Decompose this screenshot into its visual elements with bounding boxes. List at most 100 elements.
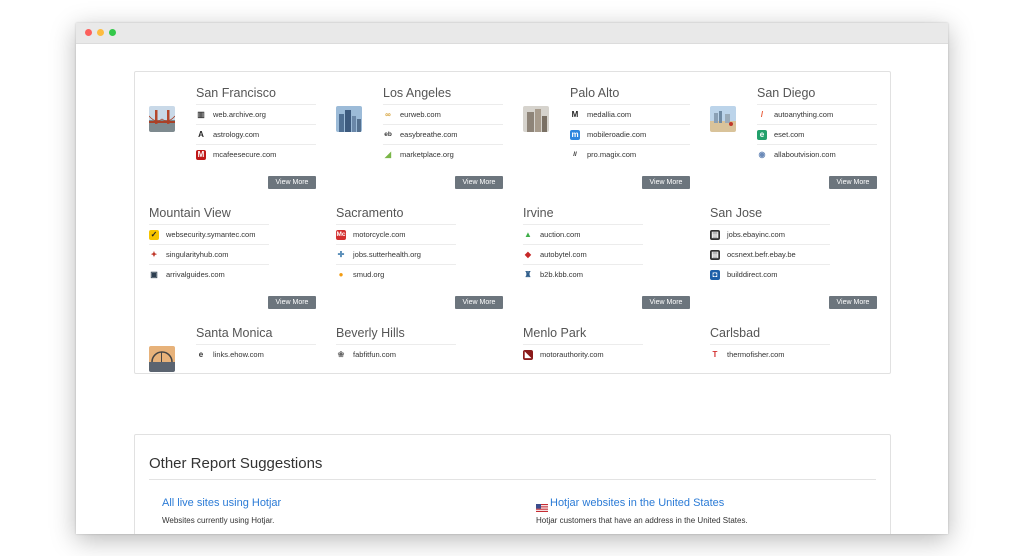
view-more-button[interactable]: View More — [455, 296, 503, 309]
easybreathe-icon: eb — [384, 130, 392, 138]
site-list: ▤ jobs.ebayinc.com ▤ ocsnext.befr.ebay.be ◘ b… — [710, 224, 830, 284]
city-name: Palo Alto — [570, 86, 620, 100]
site-link[interactable]: e links.ehow.com — [196, 344, 316, 364]
site-label: jobs.ebayinc.com — [727, 230, 785, 239]
view-more-button[interactable]: View More — [642, 296, 690, 309]
view-more-button[interactable]: View More — [455, 176, 503, 189]
ehow-icon: e — [198, 349, 204, 359]
site-label: eset.com — [774, 130, 805, 139]
arrivalguides-icon: ▣ — [150, 269, 158, 279]
site-link[interactable]: / autoanything.com — [757, 104, 877, 124]
site-list: ✓ websecurity.symantec.com ✦ singularityhub… — [149, 224, 269, 284]
suggestion-link-us-websites[interactable]: Hotjar websites in the United States — [550, 497, 724, 509]
magix-icon: // — [573, 150, 577, 158]
site-link[interactable]: ✦ singularityhub.com — [149, 244, 269, 264]
site-label: fabfitfun.com — [353, 350, 396, 359]
site-link[interactable]: ∞ eurweb.com — [383, 104, 503, 124]
site-link[interactable]: m mobileroadie.com — [570, 124, 690, 144]
site-link[interactable]: // pro.magix.com — [570, 144, 690, 164]
close-window-icon[interactable] — [85, 29, 92, 36]
allaboutvision-icon: ◉ — [758, 149, 766, 159]
site-link[interactable]: ♜ b2b.kbb.com — [523, 264, 643, 284]
site-label: arrivalguides.com — [166, 270, 225, 279]
mcafee-icon: M — [196, 149, 206, 160]
site-link[interactable]: ◢ marketplace.org — [383, 144, 503, 164]
site-link[interactable]: ◣ motorauthority.com — [523, 344, 643, 364]
site-link[interactable]: Mmcafeesecure.com — [196, 144, 316, 164]
city-name: Mountain View — [149, 206, 231, 220]
site-link[interactable]: ● smud.org — [336, 264, 456, 284]
astrology-icon: A — [198, 129, 204, 139]
ebay-be-icon: ▤ — [710, 249, 720, 260]
site-list: / autoanything.com e eset.com ◉ allaboutvisio… — [757, 104, 877, 164]
site-link[interactable]: Tthermofisher.com — [710, 344, 830, 364]
site-link[interactable]: Aastrology.com — [196, 124, 316, 144]
site-link[interactable]: ◘ builddirect.com — [710, 264, 830, 284]
city-name: Irvine — [523, 206, 554, 220]
site-link[interactable]: ▲ auction.com — [523, 224, 643, 244]
site-label: jobs.sutterhealth.org — [353, 250, 421, 259]
site-link[interactable]: ◆ autobytel.com — [523, 244, 643, 264]
city-photo — [336, 106, 362, 132]
city-name: Beverly Hills — [336, 326, 405, 340]
site-list: ∞ eurweb.com eb easybreathe.com ◢ marketplace… — [383, 104, 503, 164]
site-list: e links.ehow.com — [196, 344, 316, 364]
marketplace-icon: ◢ — [384, 149, 392, 159]
site-list: ◣ motorauthority.com — [523, 344, 643, 364]
site-label: ocsnext.befr.ebay.be — [727, 250, 796, 259]
site-list: ❀ fabfitfun.com — [336, 344, 456, 364]
site-link[interactable]: Mmedallia.com — [570, 104, 690, 124]
medallia-icon: M — [571, 109, 579, 119]
site-label: links.ehow.com — [213, 350, 264, 359]
city-name: Santa Monica — [196, 326, 273, 340]
eurweb-icon: ∞ — [385, 109, 391, 119]
site-label: easybreathe.com — [400, 130, 458, 139]
site-list: Mc motorcycle.com ✚ jobs.sutterhealth.org ● s… — [336, 224, 456, 284]
site-link[interactable]: ✚ jobs.sutterhealth.org — [336, 244, 456, 264]
browser-window: San Francisco ▥ web.archive.org Aastrology.… — [76, 23, 948, 534]
title-bar — [76, 23, 948, 44]
city-name: Carlsbad — [710, 326, 761, 340]
site-label: motorauthority.com — [540, 350, 604, 359]
city-photo — [710, 106, 736, 132]
thermofisher-icon: T — [712, 349, 718, 359]
view-more-button[interactable]: View More — [829, 176, 877, 189]
minimize-window-icon[interactable] — [97, 29, 104, 36]
suggestion-description: Hotjar customers that have an address in… — [536, 516, 748, 525]
smud-icon: ● — [338, 269, 344, 279]
archive-icon: ▥ — [197, 109, 205, 119]
site-link[interactable]: ▥ web.archive.org — [196, 104, 316, 124]
city-name: San Jose — [710, 206, 763, 220]
view-more-button[interactable]: View More — [268, 176, 316, 189]
view-more-button[interactable]: View More — [268, 296, 316, 309]
site-link[interactable]: ❀ fabfitfun.com — [336, 344, 456, 364]
eset-icon: e — [757, 129, 767, 140]
site-link[interactable]: eb easybreathe.com — [383, 124, 503, 144]
site-link[interactable]: Mc motorcycle.com — [336, 224, 456, 244]
mobileroadie-icon: m — [570, 129, 580, 140]
site-link[interactable]: ▤ jobs.ebayinc.com — [710, 224, 830, 244]
cities-card: San Francisco ▥ web.archive.org Aastrology.… — [134, 71, 891, 374]
site-link[interactable]: ✓ websecurity.symantec.com — [149, 224, 269, 244]
view-more-button[interactable]: View More — [642, 176, 690, 189]
view-more-button[interactable]: View More — [829, 296, 877, 309]
city-name: San Francisco — [196, 86, 276, 100]
site-link[interactable]: ▣ arrivalguides.com — [149, 264, 269, 284]
site-label: astrology.com — [213, 130, 260, 139]
site-label: pro.magix.com — [587, 150, 637, 159]
site-link[interactable]: ◉ allaboutvision.com — [757, 144, 877, 164]
site-label: mobileroadie.com — [587, 130, 647, 139]
city-name: Los Angeles — [383, 86, 452, 100]
suggestion-link-all-live-sites[interactable]: All live sites using Hotjar — [162, 497, 281, 509]
auction-icon: ▲ — [524, 229, 532, 239]
site-link[interactable]: ▤ ocsnext.befr.ebay.be — [710, 244, 830, 264]
motorcycle-icon: Mc — [336, 229, 346, 240]
autoanything-icon: / — [760, 109, 764, 119]
suggestion-description: Websites currently using Hotjar. — [162, 516, 275, 525]
site-label: autobytel.com — [540, 250, 587, 259]
site-link[interactable]: e eset.com — [757, 124, 877, 144]
site-label: auction.com — [540, 230, 581, 239]
site-list: Tthermofisher.com — [710, 344, 830, 364]
site-list: ▲ auction.com ◆ autobytel.com ♜ b2b.kbb.com — [523, 224, 643, 284]
maximize-window-icon[interactable] — [109, 29, 116, 36]
